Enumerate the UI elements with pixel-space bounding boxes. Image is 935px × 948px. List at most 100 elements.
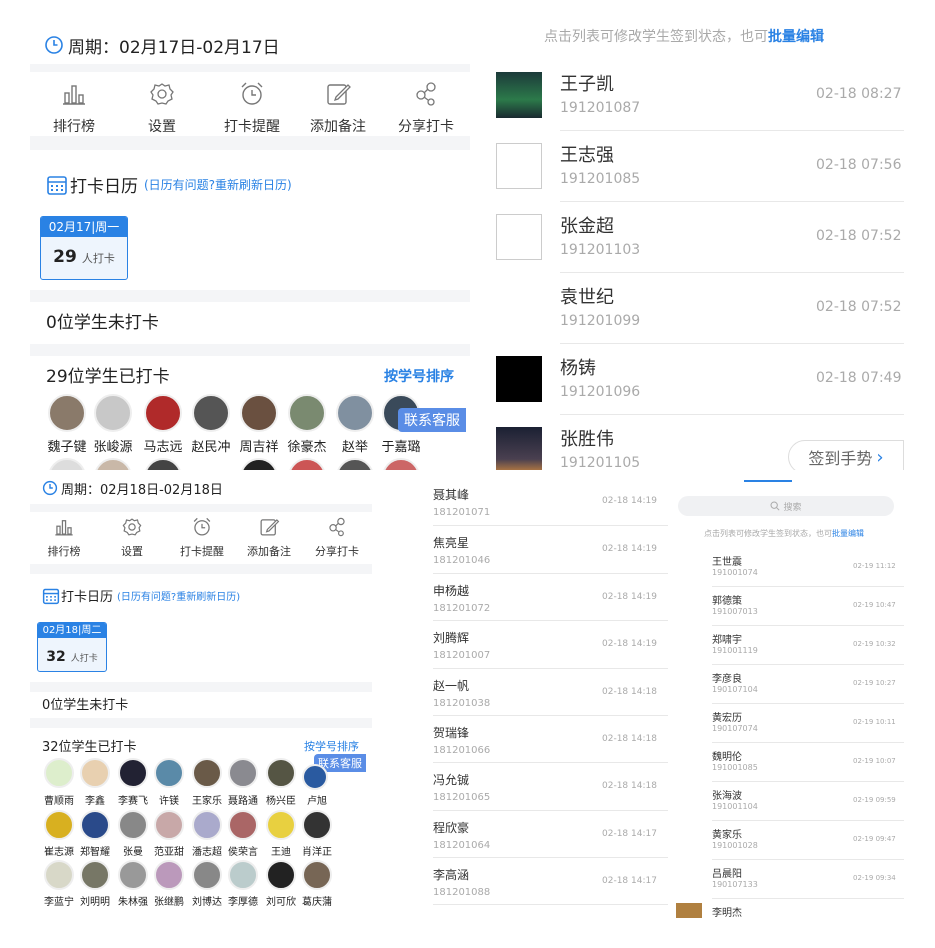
student-name: 赵一帆 xyxy=(433,679,470,693)
list-item[interactable]: 魏明伦 191001085 02-19 10:07 xyxy=(672,743,904,781)
list-item[interactable]: 刘腾辉 181201007 02-18 14:19 xyxy=(382,621,668,667)
avatar[interactable] xyxy=(228,860,258,890)
gesture-checkin-button[interactable]: 签到手势 › xyxy=(788,440,904,470)
avatar[interactable] xyxy=(240,458,278,470)
avatar[interactable] xyxy=(266,860,296,890)
calendar-refresh-link[interactable]: (日历有问题?重新刷新日历) xyxy=(144,176,292,193)
reminder-button[interactable]: 打卡提醒 xyxy=(174,516,230,559)
avatar[interactable] xyxy=(144,394,182,432)
list-item[interactable]: 李高涵 181201088 02-18 14:17 xyxy=(382,858,668,904)
ranking-button[interactable]: 排行榜 xyxy=(42,80,106,136)
settings-button[interactable]: 设置 xyxy=(130,80,194,136)
avatar[interactable] xyxy=(80,860,110,890)
avatar[interactable] xyxy=(118,860,148,890)
band xyxy=(30,504,372,512)
avatar[interactable] xyxy=(144,458,182,470)
avatar[interactable] xyxy=(302,860,332,890)
student-name: 李厚德 xyxy=(228,897,258,908)
sort-by-id-button[interactable]: 按学号排序 xyxy=(304,738,359,754)
avatar[interactable] xyxy=(154,860,184,890)
avatar[interactable] xyxy=(288,394,326,432)
avatar[interactable] xyxy=(44,860,74,890)
contact-service-button[interactable]: 联系客服 xyxy=(398,408,466,432)
batch-edit-link[interactable]: 批量编辑 xyxy=(832,529,864,538)
clock-icon xyxy=(45,36,63,54)
avatar[interactable] xyxy=(48,458,86,470)
reminder-button[interactable]: 打卡提醒 xyxy=(218,80,286,136)
avatar[interactable] xyxy=(192,394,230,432)
list-item[interactable]: 王世震 191001074 02-19 11:12 xyxy=(672,548,904,586)
settings-button[interactable]: 设置 xyxy=(104,516,160,559)
avatar[interactable] xyxy=(302,764,328,790)
not-checked-label[interactable]: 0位学生未打卡 xyxy=(46,308,159,333)
calendar-count: 29 xyxy=(53,247,77,267)
list-item[interactable]: 王志强 191201085 02-18 07:56 xyxy=(482,131,904,201)
avatar[interactable] xyxy=(154,758,184,788)
student-name: 黄家乐 xyxy=(712,830,742,841)
list-item[interactable]: 郑啸宇 191001119 02-19 10:32 xyxy=(672,626,904,664)
list-item[interactable]: 黄宏历 190107074 02-19 10:11 xyxy=(672,704,904,742)
avatar[interactable] xyxy=(240,394,278,432)
period-row[interactable]: 周期：02月17日-02月17日 xyxy=(44,32,280,58)
avatar[interactable] xyxy=(288,458,326,470)
checkin-time: 02-18 14:17 xyxy=(602,876,657,886)
list-item[interactable]: 袁世纪 191201099 02-18 07:52 xyxy=(482,273,904,343)
avatar[interactable] xyxy=(44,758,74,788)
calendar-day-card[interactable]: 02月17|周一 29 人打卡 xyxy=(40,216,128,280)
list-item[interactable]: 冯允铖 181201065 02-18 14:18 xyxy=(382,763,668,809)
calendar-date: 02月18|周二 xyxy=(38,623,106,638)
add-note-button[interactable]: 添加备注 xyxy=(304,80,372,136)
avatar[interactable] xyxy=(266,758,296,788)
not-checked-label[interactable]: 0位学生未打卡 xyxy=(42,694,128,713)
avatar[interactable] xyxy=(154,810,184,840)
avatar[interactable] xyxy=(48,394,86,432)
share-button[interactable]: 分享打卡 xyxy=(308,516,366,559)
search-input[interactable]: 搜索 xyxy=(678,496,894,516)
list-item[interactable]: 聂其峰 181201071 02-18 14:19 xyxy=(382,476,668,524)
avatar[interactable] xyxy=(336,394,374,432)
avatar[interactable] xyxy=(228,758,258,788)
checkin-time: 02-18 14:18 xyxy=(602,781,657,791)
list-item[interactable]: 张海波 191001104 02-19 09:59 xyxy=(672,782,904,820)
calendar-refresh-link[interactable]: (日历有问题?重新刷新日历) xyxy=(117,588,240,603)
avatar[interactable] xyxy=(192,860,222,890)
avatar[interactable] xyxy=(192,758,222,788)
avatar[interactable] xyxy=(94,394,132,432)
list-item[interactable]: 吕晨阳 190107133 02-19 09:34 xyxy=(672,860,904,898)
avatar[interactable] xyxy=(302,810,332,840)
period-row[interactable]: 周期：02月18日-02月18日 xyxy=(42,478,223,498)
calendar-day-card[interactable]: 02月18|周二 32 人打卡 xyxy=(37,622,107,672)
avatar[interactable] xyxy=(80,810,110,840)
ranking-button[interactable]: 排行榜 xyxy=(36,516,92,559)
list-item[interactable]: 赵一帆 181201038 02-18 14:18 xyxy=(382,669,668,715)
list-item[interactable]: 贺瑞锋 181201066 02-18 14:18 xyxy=(382,716,668,762)
avatar[interactable] xyxy=(266,810,296,840)
list-item[interactable]: 申杨越 181201072 02-18 14:19 xyxy=(382,574,668,620)
avatar[interactable] xyxy=(44,810,74,840)
list-item[interactable]: 杨铸 191201096 02-18 07:49 xyxy=(482,344,904,414)
list-item[interactable]: 李彦良 190107104 02-19 10:27 xyxy=(672,665,904,703)
checkin-time: 02-18 07:49 xyxy=(816,370,902,386)
list-item[interactable]: 张金超 191201103 02-18 07:52 xyxy=(482,202,904,272)
batch-edit-link[interactable]: 批量编辑 xyxy=(768,29,824,45)
avatar[interactable] xyxy=(118,758,148,788)
avatar[interactable] xyxy=(336,458,374,470)
list-item[interactable]: 黄家乐 191001028 02-19 09:47 xyxy=(672,821,904,859)
sort-by-id-button[interactable]: 按学号排序 xyxy=(384,366,454,386)
avatar[interactable] xyxy=(192,810,222,840)
list-item[interactable]: 李明杰 xyxy=(672,899,904,918)
bar-chart-icon xyxy=(63,85,85,105)
period-label: 周期：02月17日-02月17日 xyxy=(68,37,280,58)
avatar[interactable] xyxy=(80,758,110,788)
list-item[interactable]: 焦亮星 181201046 02-18 14:19 xyxy=(382,526,668,572)
avatar[interactable] xyxy=(228,810,258,840)
avatar[interactable] xyxy=(382,458,420,470)
list-item[interactable]: 郭德策 191007013 02-19 10:47 xyxy=(672,587,904,625)
add-note-button[interactable]: 添加备注 xyxy=(240,516,298,559)
list-item[interactable]: 王子凯 191201087 02-18 08:27 xyxy=(482,60,904,130)
avatar[interactable] xyxy=(118,810,148,840)
share-button[interactable]: 分享打卡 xyxy=(392,80,460,136)
student-name: 贺瑞锋 xyxy=(433,726,470,740)
avatar[interactable] xyxy=(94,458,132,470)
list-item[interactable]: 程欣豪 181201064 02-18 14:17 xyxy=(382,811,668,857)
